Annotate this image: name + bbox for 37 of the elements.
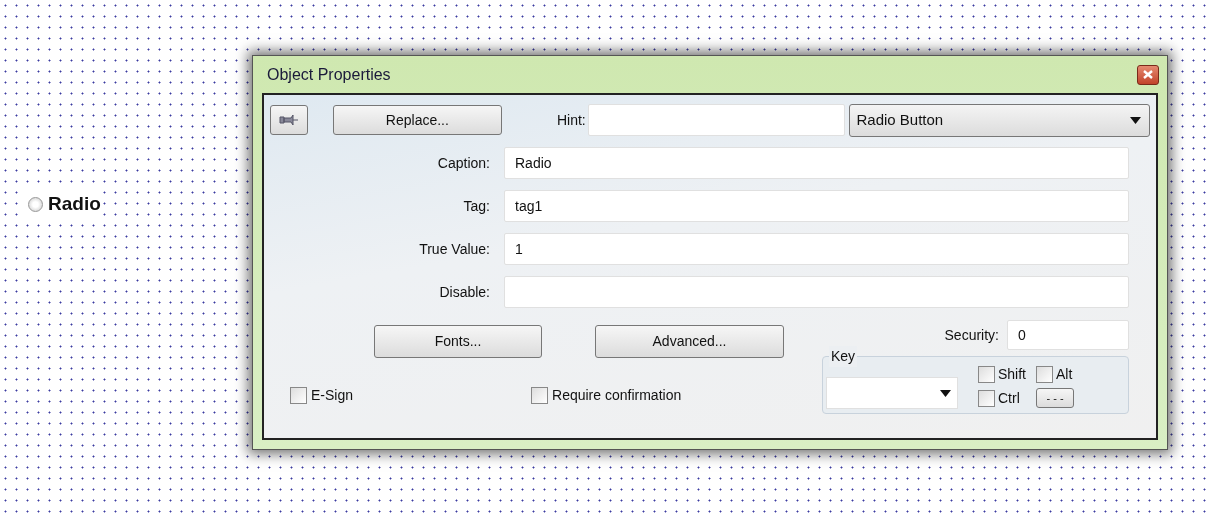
checkbox[interactable]: [978, 366, 995, 383]
type-dropdown[interactable]: Radio Button: [849, 103, 1150, 137]
close-button[interactable]: [1137, 64, 1159, 85]
radio-button[interactable]: [28, 196, 43, 212]
text-field[interactable]: [504, 276, 1129, 308]
advanced-button[interactable]: Advanced...: [595, 325, 784, 358]
field-label: Disable:: [438, 282, 490, 302]
field-label: Tag:: [462, 196, 490, 216]
caret-icon: [940, 389, 951, 397]
checkbox[interactable]: [531, 387, 549, 404]
security-field[interactable]: 0: [1007, 320, 1129, 350]
checkbox[interactable]: [1036, 366, 1053, 383]
pushpin-icon: [278, 114, 299, 126]
text-field[interactable]: tag1: [504, 190, 1129, 222]
window-title: Object Properties: [267, 64, 391, 85]
hint-label: Hint:: [555, 110, 586, 130]
checkbox-label: Require confirmation: [552, 386, 682, 405]
key-legend: Key: [829, 346, 858, 367]
more-button[interactable]: - - -: [1036, 388, 1074, 408]
field-label: True Value:: [418, 239, 490, 259]
field-label: Caption:: [436, 153, 490, 173]
checkbox[interactable]: [978, 390, 995, 407]
close-icon: [1143, 70, 1153, 79]
fonts-button[interactable]: Fonts...: [374, 325, 542, 358]
checkbox-label: E-Sign: [311, 386, 354, 405]
checkbox[interactable]: [290, 387, 307, 404]
checkbox-label: Ctrl: [998, 389, 1020, 408]
replace-button[interactable]: Replace...: [332, 105, 502, 135]
radio-label: Radio: [48, 192, 101, 216]
pin-button[interactable]: [270, 105, 308, 135]
checkbox-label: Alt: [1056, 365, 1073, 384]
security-label: Security:: [944, 325, 999, 345]
text-field[interactable]: 1: [504, 233, 1129, 265]
caret-icon: [1130, 116, 1141, 124]
text-field[interactable]: Radio: [504, 147, 1129, 179]
hint-field[interactable]: [587, 104, 846, 136]
checkbox-label: Shift: [998, 365, 1026, 384]
